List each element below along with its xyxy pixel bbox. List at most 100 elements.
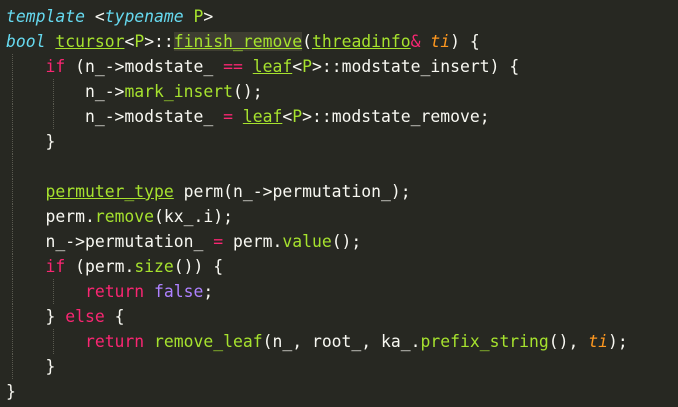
code-token: & bbox=[410, 32, 421, 51]
code-token: > bbox=[203, 7, 214, 26]
code-token: size bbox=[134, 257, 174, 276]
code-token: ti bbox=[588, 332, 609, 351]
code-token: (n_, root_, ka_. bbox=[262, 332, 421, 351]
code-token: n_-> bbox=[84, 82, 125, 101]
code-token: == bbox=[223, 57, 243, 76]
code-token: return bbox=[84, 332, 145, 351]
code-token: >::modstate_insert) { bbox=[311, 57, 520, 76]
code-token: < bbox=[84, 7, 105, 26]
code-token: ( bbox=[302, 32, 312, 51]
code-token: perm. bbox=[223, 232, 283, 251]
code-line[interactable]: n_->permutation_ = perm.value(); bbox=[0, 229, 678, 254]
code-token: P bbox=[292, 107, 303, 126]
code-token: remove_leaf bbox=[154, 332, 263, 351]
code-token: else bbox=[65, 307, 105, 326]
code-line[interactable]: return false; bbox=[0, 279, 678, 304]
code-token: (n_->modstate_ bbox=[65, 57, 224, 76]
code-token: (perm. bbox=[65, 257, 135, 276]
code-token: ) { bbox=[450, 32, 480, 51]
code-token: >:: bbox=[144, 32, 174, 51]
indent-guide bbox=[12, 54, 14, 79]
code-token: < bbox=[124, 32, 135, 51]
code-line[interactable]: } else { bbox=[0, 304, 678, 329]
indent-guide bbox=[12, 154, 14, 179]
code-token: if bbox=[45, 257, 66, 276]
indent-guide bbox=[12, 304, 14, 329]
code-token: ; bbox=[203, 282, 214, 301]
code-token: perm. bbox=[45, 207, 95, 226]
code-token: n_->permutation_ bbox=[45, 232, 214, 251]
code-token: ()) { bbox=[173, 257, 224, 276]
code-line[interactable]: if (n_->modstate_ == leaf<P>::modstate_i… bbox=[0, 54, 678, 79]
code-token: return bbox=[84, 282, 145, 301]
indent-guide bbox=[12, 229, 14, 254]
code-token: template bbox=[6, 7, 85, 26]
code-token: { bbox=[104, 307, 125, 326]
indent-guide bbox=[12, 329, 14, 354]
code-token: >::modstate_remove; bbox=[302, 107, 490, 126]
indent-guide bbox=[12, 79, 14, 104]
code-token: prefix_string bbox=[420, 332, 549, 351]
code-line[interactable]: n_->modstate_ = leaf<P>::modstate_remove… bbox=[0, 104, 678, 129]
code-line[interactable]: return remove_leaf(n_, root_, ka_.prefix… bbox=[0, 329, 678, 354]
code-token: } bbox=[45, 132, 56, 151]
indent-guide bbox=[12, 279, 14, 304]
code-token: } bbox=[45, 357, 56, 376]
code-token: leaf bbox=[252, 57, 293, 76]
indent-guide bbox=[12, 204, 14, 229]
code-token: (), bbox=[548, 332, 589, 351]
indent-guide bbox=[12, 179, 14, 204]
code-token: = bbox=[223, 107, 233, 126]
indent-guide bbox=[53, 279, 55, 304]
code-line[interactable]: } bbox=[0, 354, 678, 379]
code-token: (); bbox=[233, 82, 263, 101]
code-token: n_->modstate_ bbox=[84, 107, 224, 126]
code-token: value bbox=[282, 232, 332, 251]
code-token: (); bbox=[331, 232, 362, 251]
indent-guide bbox=[53, 79, 55, 104]
code-token: tcursor bbox=[55, 32, 125, 51]
indent-guide bbox=[53, 104, 55, 129]
code-token: leaf bbox=[242, 107, 283, 126]
indent-guide bbox=[12, 254, 14, 279]
code-token: ti bbox=[430, 32, 451, 51]
code-token: typename bbox=[104, 7, 184, 26]
code-token: false bbox=[154, 282, 204, 301]
code-token: } bbox=[6, 382, 16, 401]
indent-guide bbox=[12, 104, 14, 129]
code-token: < bbox=[292, 57, 303, 76]
code-line[interactable]: n_->mark_insert(); bbox=[0, 79, 678, 104]
code-line[interactable]: template <typename P> bbox=[0, 4, 678, 29]
code-token: remove bbox=[94, 207, 155, 226]
code-line[interactable]: bool tcursor<P>::finish_remove(threadinf… bbox=[0, 29, 678, 54]
code-line[interactable]: if (perm.size()) { bbox=[0, 254, 678, 279]
code-token: if bbox=[45, 57, 66, 76]
indent-guide bbox=[12, 354, 14, 379]
indent-guide bbox=[53, 329, 55, 354]
code-token: threadinfo bbox=[311, 32, 411, 51]
code-token: perm(n_->permutation_); bbox=[173, 182, 411, 201]
code-token: permuter_type bbox=[45, 182, 174, 201]
code-token: bool bbox=[6, 32, 46, 51]
code-token: P bbox=[193, 7, 204, 26]
code-editor[interactable]: template <typename P> bool tcursor<P>::fi… bbox=[0, 0, 678, 407]
code-token: P bbox=[134, 32, 145, 51]
code-line[interactable]: perm.remove(kx_.i); bbox=[0, 204, 678, 229]
code-line[interactable]: permuter_type perm(n_->permutation_); bbox=[0, 179, 678, 204]
code-token: } bbox=[45, 307, 66, 326]
code-line[interactable]: } bbox=[0, 379, 678, 404]
code-line[interactable]: } bbox=[0, 129, 678, 154]
indent-guide bbox=[12, 129, 14, 154]
code-line[interactable] bbox=[0, 154, 678, 179]
